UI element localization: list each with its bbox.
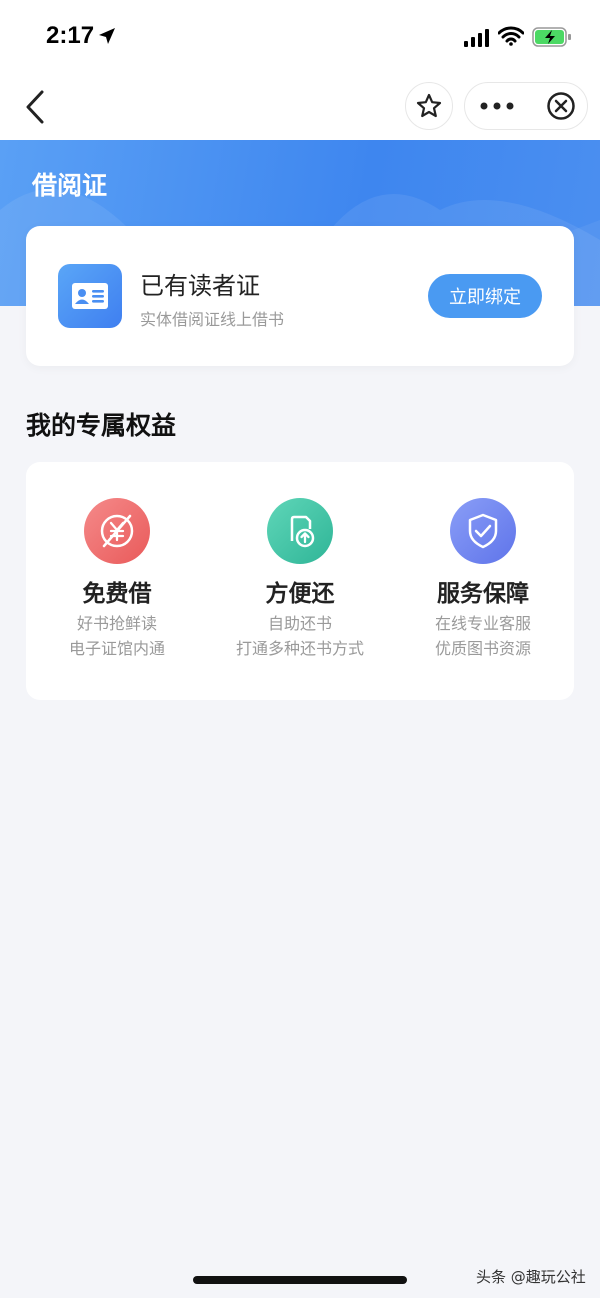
benefit-title: 方便还	[265, 581, 335, 607]
benefit-desc-line: 好书抢鲜读	[76, 614, 157, 633]
id-card-icon	[58, 264, 122, 328]
free-borrow-icon	[84, 498, 150, 564]
close-circle-icon	[547, 92, 575, 120]
reader-card[interactable]: 已有读者证 实体借阅证线上借书 立即绑定	[26, 226, 574, 366]
benefit-title: 服务保障	[437, 581, 529, 607]
home-indicator	[193, 1276, 407, 1284]
chevron-left-icon	[26, 90, 44, 124]
benefit-easy-return: 方便还 自助还书 打通多种还书方式	[209, 498, 391, 658]
bind-now-button[interactable]: 立即绑定	[428, 274, 542, 318]
page-title: 借阅证	[32, 171, 108, 200]
cellular-signal-icon	[464, 29, 489, 47]
benefit-service-guarantee: 服务保障 在线专业客服 优质图书资源	[392, 498, 574, 658]
benefit-desc-line: 电子证馆内通	[68, 639, 165, 658]
more-dots-icon	[480, 102, 514, 110]
reader-card-subtitle: 实体借阅证线上借书	[140, 310, 285, 329]
reader-card-title: 已有读者证	[140, 272, 260, 300]
nav-bar	[0, 74, 600, 140]
benefit-title: 免费借	[82, 581, 152, 607]
mini-program-capsule	[464, 82, 588, 130]
benefits-card: 免费借 好书抢鲜读 电子证馆内通 方便还 自助还书 打通多种还书方式 服务保障 …	[26, 462, 574, 700]
status-bar: 2:17	[0, 0, 600, 74]
close-button[interactable]	[535, 83, 587, 129]
battery-charging-icon	[532, 27, 571, 47]
favorite-button[interactable]	[405, 82, 453, 130]
benefit-free-borrow: 免费借 好书抢鲜读 电子证馆内通	[26, 498, 208, 658]
back-button[interactable]	[18, 88, 54, 126]
benefit-desc-line: 优质图书资源	[434, 639, 531, 658]
status-time: 2:17	[46, 22, 95, 49]
benefit-desc-line: 自助还书	[267, 614, 332, 633]
wifi-icon	[498, 26, 524, 46]
benefit-desc-line: 在线专业客服	[434, 614, 531, 633]
shield-check-icon	[450, 498, 516, 564]
watermark: 头条 @趣玩公社	[476, 1268, 586, 1286]
benefit-desc-line: 打通多种还书方式	[235, 639, 364, 658]
return-book-icon	[267, 498, 333, 564]
more-button[interactable]	[465, 83, 529, 129]
star-icon	[416, 93, 442, 118]
location-arrow-icon	[99, 28, 115, 44]
section-title: 我的专属权益	[26, 411, 177, 440]
